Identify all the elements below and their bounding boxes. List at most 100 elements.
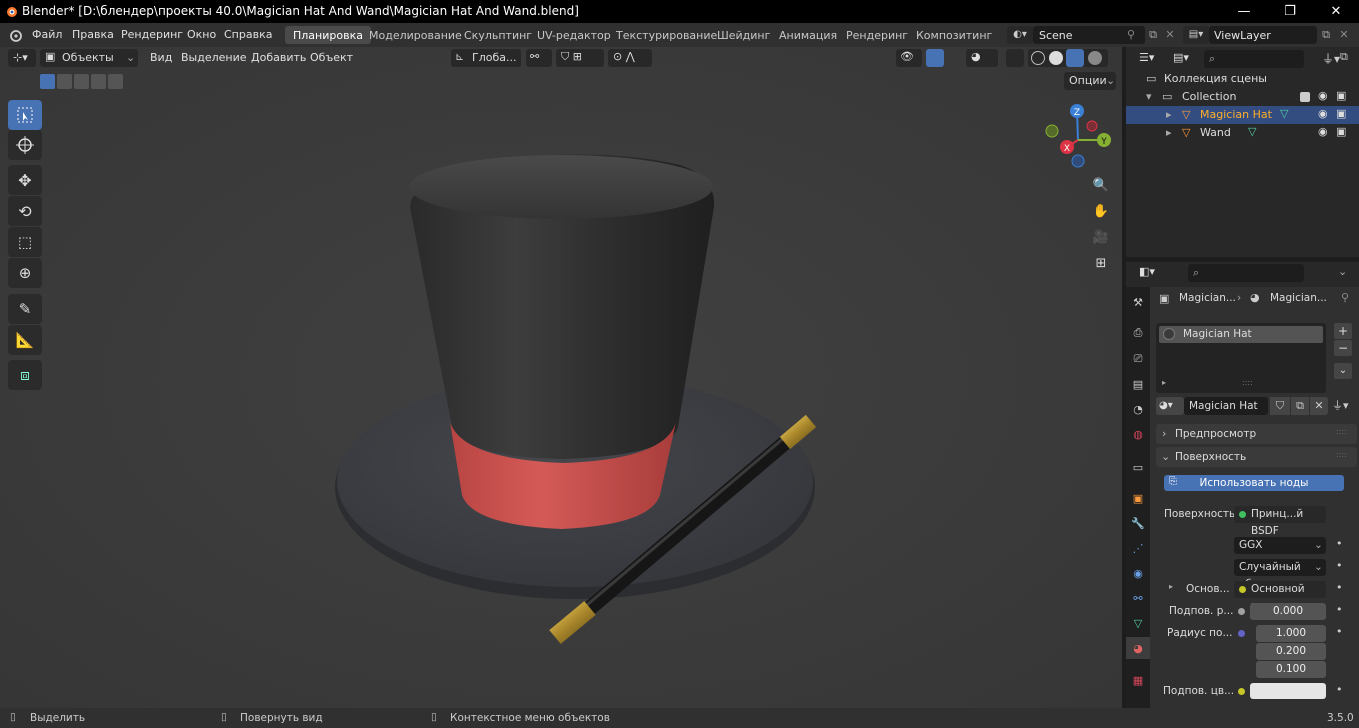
solid-shading-icon[interactable] xyxy=(1049,51,1063,65)
pin-icon[interactable]: ⚲ xyxy=(1341,291,1349,304)
constraints-tab-icon[interactable]: ⚯ xyxy=(1126,587,1150,609)
expand-arrow-icon[interactable]: ▸ xyxy=(1166,126,1172,139)
world-tab-icon[interactable]: ◍ xyxy=(1126,423,1150,445)
eye-icon[interactable]: ◉ xyxy=(1318,125,1328,138)
navigation-gizmo[interactable]: X Y Z xyxy=(1040,102,1116,178)
overlays-icon[interactable]: ◕ xyxy=(966,49,998,67)
surface-shader-field[interactable]: Принц...й BSDF xyxy=(1234,506,1326,537)
new-view-layer-icon[interactable]: ⧉ xyxy=(1318,26,1334,44)
subsurface-method-dropdown[interactable]: Случайный об...⌄ xyxy=(1234,559,1326,590)
move-tool[interactable]: ✥ xyxy=(8,165,42,195)
add-material-slot-button[interactable]: + xyxy=(1334,323,1352,339)
material-slot-item[interactable]: Magician Hat xyxy=(1159,326,1323,343)
outliner-row-collection[interactable]: ▾ ▭ Collection ◉ ▣ xyxy=(1126,88,1359,106)
camera-view-icon[interactable]: 🎥 xyxy=(1090,226,1112,248)
3d-viewport[interactable]: ⊹▾ ▣ Объекты ⌄ Вид Выделение Добавить Об… xyxy=(0,47,1122,708)
gizmo-toggle-icon[interactable] xyxy=(926,49,944,67)
view-layer-selector-icon[interactable]: ▤▾ xyxy=(1183,26,1209,44)
select-new-icon[interactable] xyxy=(40,74,55,89)
delete-view-layer-icon[interactable]: ✕ xyxy=(1336,26,1352,44)
outliner-search-input[interactable]: ⌕ xyxy=(1204,50,1304,68)
snapping-icon[interactable]: ⛉ ⊞ xyxy=(556,49,604,67)
material-specials-button[interactable]: ⌄ xyxy=(1334,363,1352,379)
camera-icon[interactable]: ▣ xyxy=(1336,89,1346,102)
properties-search-input[interactable]: ⌕ xyxy=(1188,264,1304,282)
ortho-grid-icon[interactable]: ⊞ xyxy=(1090,252,1112,274)
material-preview-shading-icon[interactable] xyxy=(1066,49,1084,67)
browse-material-icon[interactable]: ◕▾ xyxy=(1156,397,1184,415)
transform-orientation-dropdown[interactable]: ⊾ Глоба... xyxy=(451,49,521,67)
new-collection-icon[interactable]: ⧉ xyxy=(1340,50,1348,64)
view-layer-tab-icon[interactable]: ▤ xyxy=(1126,373,1150,395)
select-invert-icon[interactable] xyxy=(91,74,106,89)
collection-tab-icon[interactable]: ▭ xyxy=(1126,456,1150,478)
menu-view[interactable]: Вид xyxy=(150,51,172,64)
output-tab-icon[interactable]: ⎚ xyxy=(1126,348,1150,370)
select-extend-icon[interactable] xyxy=(57,74,72,89)
radius-x-field[interactable]: 1.000 xyxy=(1256,625,1326,642)
resize-handle-icon[interactable]: :::: xyxy=(1242,378,1253,387)
rendered-shading-icon[interactable] xyxy=(1088,51,1102,65)
editor-type-icon[interactable]: ⊹▾ xyxy=(8,49,36,67)
tab-shading[interactable]: Шейдинг xyxy=(709,26,778,44)
camera-icon[interactable]: ▣ xyxy=(1336,107,1346,120)
zoom-icon[interactable]: 🔍 xyxy=(1090,174,1112,196)
material-slot-list[interactable]: Magician Hat ▸ :::: xyxy=(1156,323,1326,393)
tab-modeling[interactable]: Моделирование xyxy=(361,26,470,44)
texture-tab-icon[interactable]: ▦ xyxy=(1126,669,1150,691)
outliner-row-wand[interactable]: ▸ ▽ Wand ▽ ◉ ▣ xyxy=(1126,124,1359,142)
data-tab-icon[interactable]: ▽ xyxy=(1126,612,1150,634)
modifier-tab-icon[interactable]: 🔧 xyxy=(1126,512,1150,534)
physics-tab-icon[interactable]: ◉ xyxy=(1126,562,1150,584)
xray-icon[interactable] xyxy=(1006,49,1024,67)
select-intersect-icon[interactable] xyxy=(108,74,123,89)
mode-dropdown[interactable]: ▣ Объекты ⌄ xyxy=(40,49,138,67)
expand-arrow-icon[interactable]: ▸ xyxy=(1162,378,1166,387)
fake-user-shield-icon[interactable]: ⛉ xyxy=(1270,397,1290,415)
new-scene-icon[interactable]: ⧉ xyxy=(1145,26,1161,44)
object-tab-icon[interactable]: ▣ xyxy=(1126,487,1150,509)
tab-layout[interactable]: Планировка xyxy=(285,26,371,44)
keyframe-dot-icon[interactable]: • xyxy=(1336,537,1343,550)
tab-compositing[interactable]: Композитинг xyxy=(908,26,1000,44)
material-name-field[interactable]: Magician Hat xyxy=(1184,397,1268,415)
tool-tab-icon[interactable]: ⚒ xyxy=(1126,291,1150,313)
menu-add[interactable]: Добавить xyxy=(251,51,306,64)
menu-help[interactable]: Справка xyxy=(224,28,272,41)
filter-icon[interactable]: ⏚▾ xyxy=(1322,50,1340,67)
minimize-button[interactable]: — xyxy=(1221,0,1267,23)
expand-arrow-icon[interactable]: ▾ xyxy=(1146,90,1152,103)
tab-sculpting[interactable]: Скульптинг xyxy=(456,26,540,44)
tab-animation[interactable]: Анимация xyxy=(771,26,845,44)
chevron-down-icon[interactable]: ⌄ xyxy=(1338,265,1347,278)
keyframe-dot-icon[interactable]: • xyxy=(1336,625,1343,638)
view-layer-field[interactable]: ViewLayer xyxy=(1209,26,1317,44)
eye-icon[interactable]: ◉ xyxy=(1318,107,1328,120)
radius-y-field[interactable]: 0.200 xyxy=(1256,643,1326,660)
preview-section-header[interactable]: › Предпросмотр :::: xyxy=(1156,424,1357,444)
select-box-tool[interactable] xyxy=(8,100,42,130)
use-nodes-button[interactable]: ⎘ Использовать ноды xyxy=(1164,475,1344,491)
unlink-material-icon[interactable]: ✕ xyxy=(1310,397,1328,415)
drag-handle-icon[interactable]: :::: xyxy=(1336,427,1347,436)
camera-icon[interactable]: ▣ xyxy=(1336,125,1346,138)
subsurface-color-swatch[interactable] xyxy=(1250,683,1326,699)
add-cube-tool[interactable]: ⧈ xyxy=(8,360,42,390)
distribution-dropdown[interactable]: GGX ⌄ xyxy=(1234,537,1326,554)
pivot-point-icon[interactable]: ⚯ xyxy=(526,49,552,67)
keyframe-dot-icon[interactable]: • xyxy=(1336,559,1343,572)
pan-hand-icon[interactable]: ✋ xyxy=(1090,200,1112,222)
scene-selector-icon[interactable]: ◐▾ xyxy=(1007,26,1033,44)
link-dropdown-icon[interactable]: ⏚▾ xyxy=(1332,397,1356,415)
expand-arrow-icon[interactable]: ▸ xyxy=(1169,582,1173,591)
subsurface-value-field[interactable]: 0.000 xyxy=(1250,603,1326,620)
delete-scene-icon[interactable]: ✕ xyxy=(1162,26,1178,44)
collection-checkbox[interactable] xyxy=(1300,92,1310,102)
maximize-button[interactable]: ❐ xyxy=(1267,0,1313,23)
blender-menu-icon[interactable] xyxy=(8,28,22,42)
select-subtract-icon[interactable] xyxy=(74,74,89,89)
keyframe-dot-icon[interactable]: • xyxy=(1336,603,1343,616)
menu-render[interactable]: Рендеринг xyxy=(121,28,183,41)
wireframe-shading-icon[interactable] xyxy=(1031,51,1045,65)
transform-tool[interactable]: ⊕ xyxy=(8,258,42,288)
